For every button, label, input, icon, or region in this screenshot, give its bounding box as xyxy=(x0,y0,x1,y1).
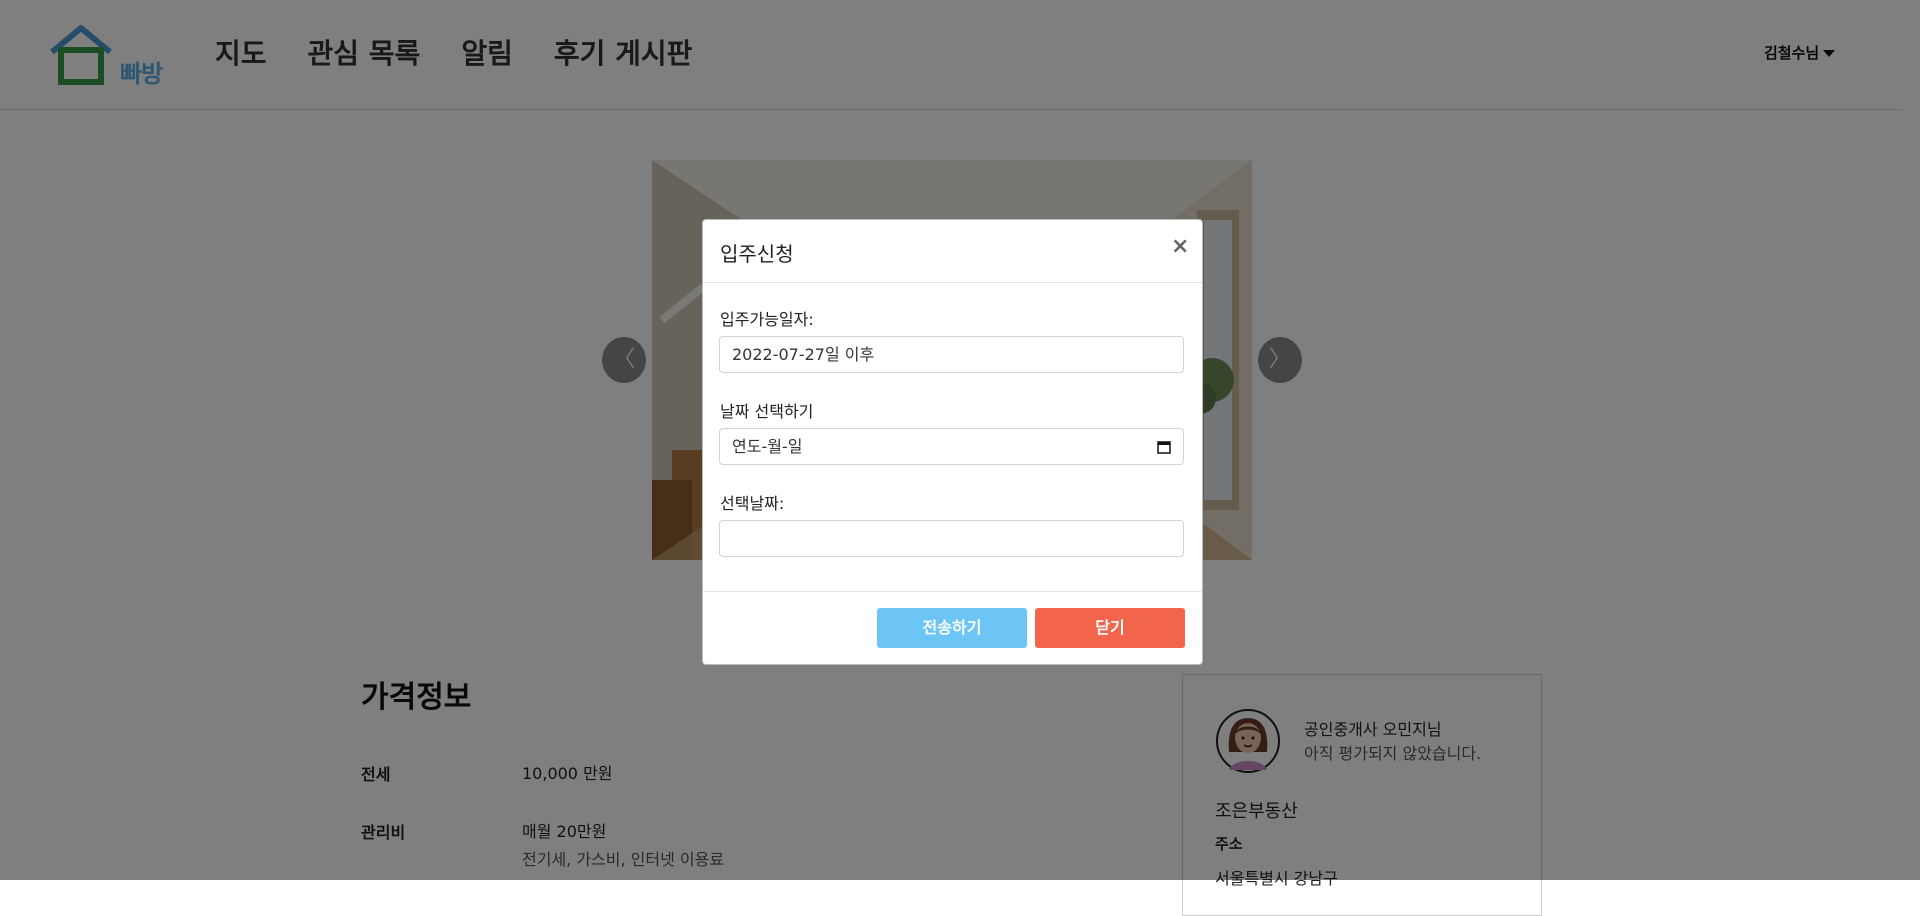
calendar-icon[interactable] xyxy=(1157,440,1171,454)
close-icon[interactable]: × xyxy=(1171,234,1189,259)
pick-date-label: 날짜 선택하기 xyxy=(720,402,814,421)
modal-footer-divider xyxy=(703,591,1202,592)
submit-button[interactable]: 전송하기 xyxy=(877,608,1027,648)
date-placeholder: 연도-월-일 xyxy=(732,437,803,456)
selected-date-field[interactable] xyxy=(719,520,1184,557)
modal-header: 입주신청 × xyxy=(703,220,1202,283)
selected-date-label: 선택날짜: xyxy=(720,494,785,513)
modal-title: 입주신청 xyxy=(720,242,794,266)
move-in-request-modal: 입주신청 × 입주가능일자: 2022-07-27일 이후 날짜 선택하기 연도… xyxy=(702,219,1203,665)
available-date-label: 입주가능일자: xyxy=(720,310,814,329)
close-button[interactable]: 닫기 xyxy=(1035,608,1185,648)
available-date-field[interactable]: 2022-07-27일 이후 xyxy=(719,336,1184,373)
date-picker-input[interactable]: 연도-월-일 xyxy=(719,428,1184,465)
